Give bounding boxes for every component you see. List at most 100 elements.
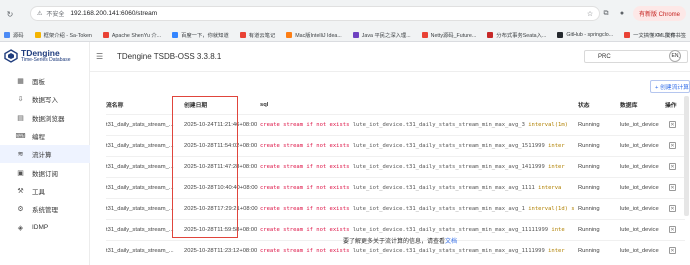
security-label[interactable]: 不安全 — [46, 9, 64, 18]
stream-name-cell[interactable]: t31_daily_stats_stream_... — [106, 113, 184, 135]
reload-icon[interactable]: ↻ — [4, 8, 16, 20]
address-bar[interactable]: ⚠ 不安全 192.168.200.141:6060/stream — [30, 6, 600, 21]
status-badge: Running — [578, 142, 600, 149]
delete-icon[interactable]: ✕ — [669, 184, 676, 191]
database-name: lute_iot_device — [620, 142, 659, 149]
bookmark-item[interactable]: 百度一下，你就知道 — [172, 31, 229, 39]
bookmark-label: Java 平民之深入理... — [361, 33, 411, 39]
bookmark-item[interactable]: 框架介绍 - Sa-Token — [34, 31, 92, 39]
bookmark-item[interactable]: Apache ShenYu 介... — [102, 31, 161, 39]
bookmark-favicon-icon — [4, 32, 10, 38]
chrome-update-button[interactable]: 有新版 Chrome — [632, 6, 686, 21]
db-cell: lute_iot_device — [620, 197, 665, 219]
bookmark-item[interactable]: GitHub - springclo... — [557, 32, 613, 38]
bookmark-star-icon[interactable]: ☆ — [585, 9, 595, 19]
bookmark-favicon-icon — [624, 32, 631, 38]
created-date-cell: 2025-10-28T11:47:28+08:00 — [184, 155, 260, 177]
col-header-date[interactable]: 创建日期 — [184, 96, 260, 114]
logo-subtitle: Time-Series Database — [21, 57, 71, 64]
delete-icon[interactable]: ✕ — [669, 247, 676, 255]
docs-link[interactable]: 文档 — [445, 239, 457, 245]
stream-name-cell[interactable]: t31_daily_stats_stream_... — [106, 176, 184, 198]
stream-name-cell[interactable]: t31_daily_stats_stream_... — [106, 197, 184, 219]
table-row[interactable]: t31_daily_stats_stream_... 2025-10-28T17:… — [106, 197, 685, 219]
sidebar-item-idmp[interactable]: ◈ IDMP — [0, 218, 90, 236]
sidebar-item-label: 数据订阅 — [32, 170, 58, 178]
sidebar-item-stream[interactable]: ≋ 流计算 — [0, 145, 90, 164]
stream-name-cell[interactable]: t31_daily_stats_stream_... — [106, 155, 184, 177]
sql-cell: create stream if not exists lute_iot_dev… — [260, 113, 578, 135]
profile-icon[interactable]: ● — [617, 9, 627, 19]
stream-name-cell[interactable]: t31_daily_stats_stream_... — [106, 239, 184, 261]
create-stream-button[interactable]: + 创建流计算 — [650, 80, 690, 93]
app-header: ☰ TDengine TSDB-OSS 3.3.8.1 PRC ⌄ EN — [90, 42, 690, 72]
sidebar-item-label: 系统管理 — [32, 207, 58, 215]
sidebar-item-label: IDMP — [32, 224, 49, 232]
collapse-menu-icon[interactable]: ☰ — [96, 52, 103, 61]
bookmark-label: Netty源码_Future... — [430, 33, 477, 39]
op-cell: ✕ — [665, 134, 685, 156]
insecure-warning-icon[interactable]: ⚠ — [37, 10, 42, 17]
delete-icon[interactable]: ✕ — [669, 142, 676, 149]
url-text[interactable]: 192.168.200.141:6060/stream — [70, 10, 157, 17]
tdengine-logo-icon — [4, 49, 18, 63]
sidebar-item-dashboard[interactable]: ▦ 面板 — [0, 72, 90, 90]
sidebar-item-subscribe[interactable]: ▣ 数据订阅 — [0, 163, 90, 181]
table-row[interactable]: t31_daily_stats_stream_... 2025-10-28T10:… — [106, 176, 685, 198]
sidebar-item-tools[interactable]: ⚒ 工具 — [0, 182, 90, 200]
sidebar-item-label: 数据浏览器 — [32, 115, 65, 123]
created-date-cell: 2025-10-28T11:59:58+08:00 — [184, 218, 260, 240]
created-date-cell: 2025-10-28T11:23:12+08:00 — [184, 239, 260, 261]
delete-icon[interactable]: ✕ — [669, 163, 676, 170]
sql-function: inter — [544, 163, 565, 170]
sql-cell: create stream if not exists lute_iot_dev… — [260, 176, 578, 198]
stream-name: t31_daily_stats_stream_... — [106, 205, 174, 212]
sql-keyword: create stream if not exists — [260, 142, 350, 149]
delete-icon[interactable]: ✕ — [669, 226, 676, 233]
bookmark-item[interactable]: Netty源码_Future... — [421, 31, 477, 39]
bookmark-favicon-icon — [102, 32, 109, 38]
database-name: lute_iot_device — [620, 205, 659, 212]
language-toggle[interactable]: EN — [669, 50, 681, 62]
table-row[interactable]: t31_daily_stats_stream_... 2025-10-24T11:… — [106, 113, 685, 135]
bookmark-item[interactable]: 源码 — [4, 31, 24, 39]
dashboard-icon: ▦ — [17, 78, 24, 86]
bookmark-item[interactable]: Java 平民之深入理... — [352, 31, 411, 39]
bookmark-label: Mac版IntelliJ Idea... — [295, 33, 342, 39]
stream-name-cell[interactable]: t31_daily_stats_stream_... — [106, 134, 184, 156]
bookmark-favicon-icon — [352, 32, 359, 38]
sidebar-item-label: 工具 — [32, 188, 45, 196]
op-cell: ✕ — [665, 176, 685, 198]
sidebar-item-system[interactable]: ⚙ 系统管理 — [0, 200, 90, 218]
col-header-name[interactable]: 流名称 — [106, 96, 184, 114]
sidebar-item-label: 编程 — [32, 134, 45, 142]
op-cell: ✕ — [665, 218, 685, 240]
sidebar-item-data-in[interactable]: ⇩ 数据写入 — [0, 90, 90, 108]
table-scrollbar[interactable] — [684, 96, 689, 216]
extensions-icon[interactable]: ⧉ — [601, 9, 611, 19]
delete-icon[interactable]: ✕ — [669, 121, 676, 128]
bookmark-favicon-icon — [172, 32, 179, 38]
bookmark-item[interactable]: Mac版IntelliJ Idea... — [286, 31, 342, 39]
table-row[interactable]: t31_daily_stats_stream_... 2025-10-28T11:… — [106, 134, 685, 156]
all-bookmarks[interactable]: ▭ 所有书签 — [656, 28, 686, 42]
table-row[interactable]: t31_daily_stats_stream_... 2025-10-28T11:… — [106, 155, 685, 177]
delete-icon[interactable]: ✕ — [669, 205, 676, 212]
address-row: ↻ ⚠ 不安全 192.168.200.141:6060/stream ☆ ⧉ … — [0, 0, 690, 28]
state-cell: Running — [578, 134, 620, 156]
bookmark-label: GitHub - springclo... — [566, 32, 614, 38]
all-bookmarks-label[interactable]: 所有书签 — [665, 31, 686, 39]
sql-cell: create stream if not exists lute_iot_dev… — [260, 197, 578, 219]
bookmark-item[interactable]: 有道云笔记 — [239, 31, 275, 39]
sql-identifier: lute_iot_device.t31_daily_stats_stream_m… — [349, 163, 545, 170]
logo[interactable]: TDengine Time-Series Database — [4, 45, 86, 67]
sidebar-item-code[interactable]: ⌨ 编程 — [0, 127, 90, 145]
db-cell: lute_iot_device — [620, 155, 665, 177]
sql-function: interval(1d) s — [524, 205, 575, 212]
bookmark-item[interactable]: 分布式事务Seata入... — [487, 31, 546, 39]
sidebar-item-explorer[interactable]: ▤ 数据浏览器 — [0, 109, 90, 127]
stream-name: t31_daily_stats_stream_... — [106, 163, 174, 170]
state-cell: Running — [578, 113, 620, 135]
stream-name-cell[interactable]: t31_daily_stats_stream_... — [106, 218, 184, 240]
sql-identifier: lute_iot_device.t31_daily_stats_stream_m… — [349, 247, 545, 254]
